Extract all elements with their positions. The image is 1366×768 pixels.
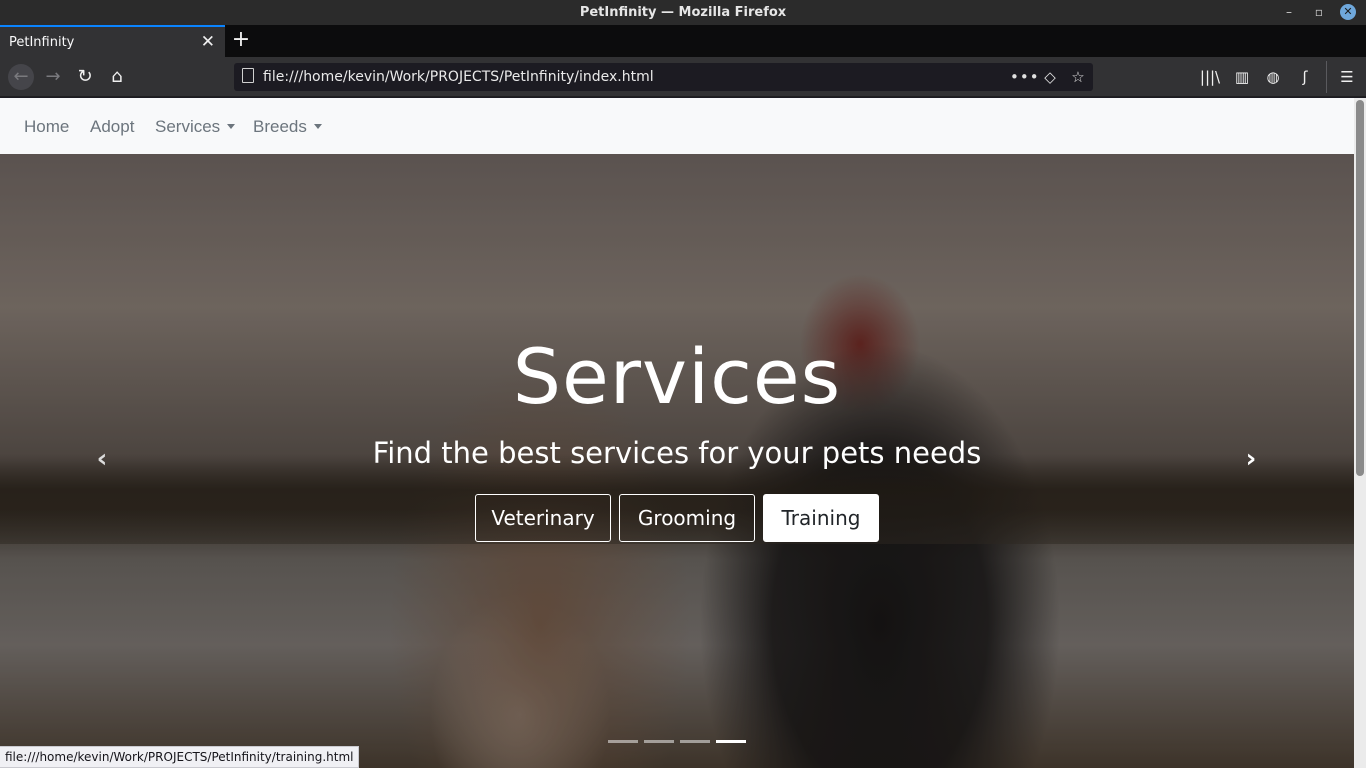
training-button[interactable]: Training (763, 494, 879, 542)
url-bar[interactable]: file:///home/kevin/Work/PROJECTS/PetInfi… (234, 63, 1093, 91)
carousel-next-icon[interactable]: › (1236, 444, 1266, 474)
nav-services-label: Services (155, 117, 221, 136)
tab-close-icon[interactable]: ✕ (201, 32, 215, 52)
forward-icon[interactable]: → (41, 65, 65, 89)
carousel-indicator[interactable] (644, 740, 674, 743)
nav-dropdown-breeds[interactable]: Breeds (253, 117, 322, 137)
hero-carousel: Services Find the best services for your… (0, 154, 1354, 768)
toolbar-separator (1326, 61, 1327, 93)
page-viewport: Home Adopt Services Breeds Services Find… (0, 98, 1366, 768)
browser-toolbar: ← → ↻ ⌂ file:///home/kevin/Work/PROJECTS… (0, 57, 1366, 97)
reload-icon[interactable]: ↻ (73, 65, 97, 89)
carousel-prev-icon[interactable]: ‹ (87, 444, 117, 474)
new-tab-button[interactable]: + (230, 28, 252, 52)
page-icon (242, 68, 254, 83)
home-icon[interactable]: ⌂ (105, 65, 129, 89)
window-title: PetInfinity — Mozilla Firefox (579, 5, 787, 20)
nav-breeds-label: Breeds (253, 117, 307, 136)
caret-down-icon (227, 124, 236, 129)
tab-petinfinity[interactable]: PetInfinity ✕ (0, 25, 225, 57)
sidebar-icon[interactable]: ▥ (1230, 65, 1254, 89)
globe-icon[interactable]: ◍ (1261, 65, 1285, 89)
menu-icon[interactable]: ☰ (1335, 65, 1359, 89)
page-actions-icon[interactable]: ••• (1010, 66, 1039, 88)
bookmark-star-icon[interactable]: ☆ (1067, 66, 1089, 88)
minimize-icon[interactable]: – (1281, 4, 1297, 20)
nav-link-home[interactable]: Home (24, 117, 69, 137)
library-icon[interactable]: |||\ (1198, 65, 1222, 89)
sync-icon[interactable]: ʃ (1293, 65, 1317, 89)
tab-label: PetInfinity (9, 35, 75, 50)
pocket-icon[interactable]: ◇ (1039, 66, 1061, 88)
veterinary-button[interactable]: Veterinary (475, 494, 611, 542)
carousel-indicator-active[interactable] (716, 740, 746, 743)
nav-dropdown-services[interactable]: Services (155, 117, 236, 137)
page-scrollbar[interactable] (1354, 98, 1366, 768)
grooming-button[interactable]: Grooming (619, 494, 755, 542)
tab-strip: PetInfinity ✕ + (0, 25, 1366, 57)
close-window-icon[interactable]: ✕ (1340, 4, 1356, 20)
carousel-indicator[interactable] (608, 740, 638, 743)
caret-down-icon (313, 124, 322, 129)
nav-link-adopt[interactable]: Adopt (90, 117, 134, 137)
url-text[interactable]: file:///home/kevin/Work/PROJECTS/PetInfi… (263, 69, 654, 85)
site-navbar: Home Adopt Services Breeds (0, 98, 1354, 154)
carousel-indicator[interactable] (680, 740, 710, 743)
scrollbar-thumb[interactable] (1356, 100, 1364, 476)
status-link-preview: file:///home/kevin/Work/PROJECTS/PetInfi… (0, 746, 360, 768)
hero-title: Services (512, 332, 842, 421)
back-icon[interactable]: ← (8, 64, 34, 90)
hero-subtitle: Find the best services for your pets nee… (372, 436, 982, 470)
maximize-icon[interactable]: ▫ (1311, 4, 1327, 20)
window-titlebar: PetInfinity — Mozilla Firefox – ▫ ✕ (0, 0, 1366, 25)
